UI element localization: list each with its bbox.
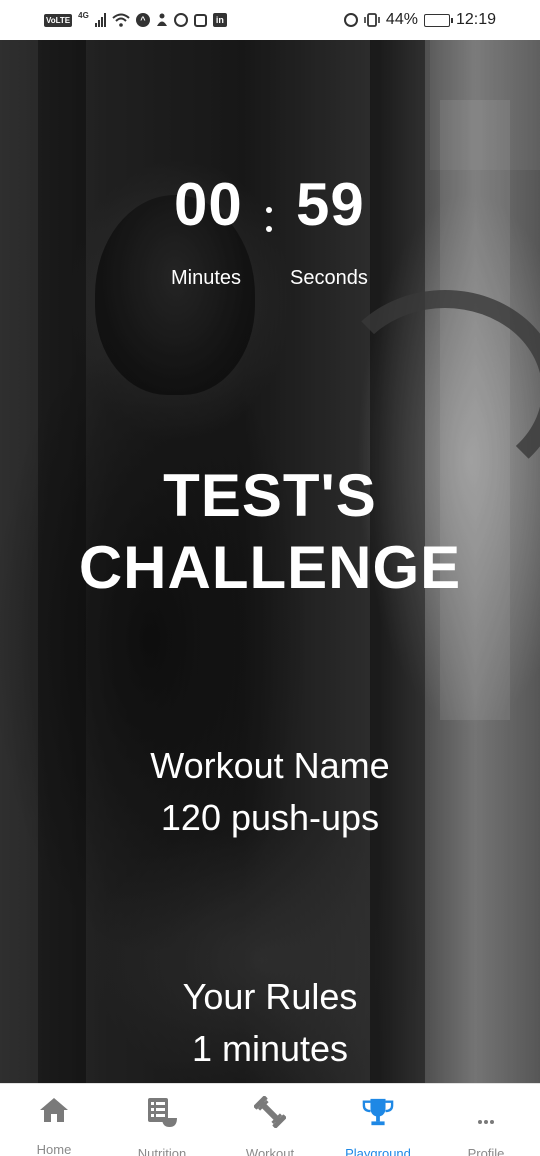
- nav-item-workout[interactable]: Workout: [216, 1084, 324, 1156]
- nav-label-playground: Playground: [345, 1146, 411, 1156]
- workout-name-label: Workout Name: [150, 745, 390, 786]
- rules-label: Your Rules: [182, 976, 358, 1017]
- instagram-icon: [193, 13, 207, 27]
- linkedin-icon: in: [212, 13, 227, 27]
- nav-item-playground[interactable]: Playground: [324, 1084, 432, 1156]
- nutrition-icon: [146, 1096, 178, 1128]
- nav-label-profile: Profile: [467, 1146, 505, 1156]
- battery-percent: 44%: [385, 11, 418, 28]
- signal-icon: [94, 13, 106, 27]
- nav-item-profile[interactable]: Profile: [432, 1084, 540, 1156]
- battery-icon: [423, 13, 453, 27]
- nav-label-workout: Workout: [245, 1146, 295, 1156]
- app-icon: ^: [135, 13, 150, 27]
- bottom-navigation: Home Nutrition Workout Playground Profil…: [0, 1083, 540, 1156]
- dumbbell-icon: [254, 1096, 286, 1128]
- trophy-icon: [362, 1096, 394, 1128]
- challenge-hero: 00 59 Minutes Seconds TEST'S CHALLENGE W…: [0, 40, 540, 1083]
- countdown-timer: 00 59 Minutes Seconds: [0, 175, 540, 295]
- status-bar: VoLTE 4G ^ in 44% 12:19: [0, 0, 540, 40]
- wifi-icon: [112, 13, 130, 27]
- nav-label-nutrition: Nutrition: [137, 1146, 187, 1156]
- network-type: 4G: [78, 10, 89, 20]
- challenge-title-line1: TEST'S: [163, 462, 377, 529]
- nav-label-home: Home: [36, 1142, 72, 1156]
- nav-item-home[interactable]: Home: [0, 1084, 108, 1156]
- timer-seconds-label: Seconds: [290, 267, 368, 289]
- timer-minutes: 00: [174, 171, 243, 238]
- vibrate-icon: [364, 13, 380, 27]
- nav-item-nutrition[interactable]: Nutrition: [108, 1084, 216, 1156]
- alarm-icon: [343, 13, 358, 27]
- status-bar-left: VoLTE 4G ^ in: [44, 10, 227, 27]
- challenge-title: TEST'S CHALLENGE: [0, 460, 540, 604]
- timer-minutes-label: Minutes: [171, 267, 242, 289]
- notification-icon: [156, 13, 167, 26]
- volte-icon: VoLTE: [44, 13, 73, 27]
- more-icon: [470, 1096, 502, 1128]
- whatsapp-icon: [173, 13, 188, 27]
- home-icon: [38, 1096, 70, 1124]
- challenge-title-line2: CHALLENGE: [78, 534, 462, 601]
- clock: 12:19: [455, 11, 496, 28]
- status-bar-right: 44% 12:19: [343, 11, 496, 29]
- workout-name-value: 120 push-ups: [160, 797, 380, 838]
- timer-seconds: 59: [296, 171, 365, 238]
- rules-value: 1 minutes: [191, 1028, 349, 1069]
- timer-colon: [266, 207, 272, 245]
